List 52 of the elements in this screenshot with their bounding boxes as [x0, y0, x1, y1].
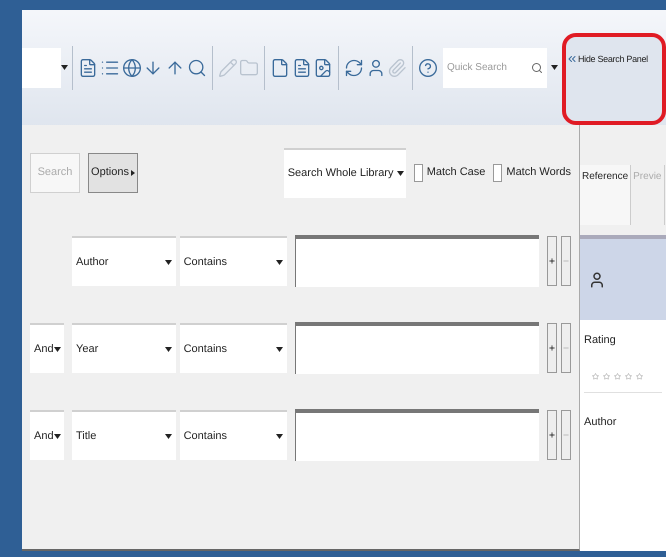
plus-icon	[548, 344, 556, 352]
star-icon	[603, 372, 610, 380]
dropdown[interactable]: Contains	[180, 410, 288, 460]
dropdown-caret-icon	[276, 260, 284, 264]
operator-dropdown[interactable]: And	[30, 410, 64, 460]
remove-row-button[interactable]	[561, 323, 571, 373]
star-icon	[592, 372, 599, 380]
tab[interactable]: Reference	[580, 165, 632, 225]
dropdown-caret-icon	[54, 346, 61, 352]
collapse-icon	[566, 53, 578, 65]
star-icon	[614, 372, 621, 380]
search-term-field[interactable]	[295, 322, 539, 374]
search-term-field[interactable]	[295, 409, 539, 461]
plus-icon	[548, 257, 556, 265]
star-icon	[636, 372, 643, 380]
options-button[interactable]: Options	[88, 152, 138, 192]
dropdown-caret-icon	[397, 171, 404, 176]
field-label: Rating	[584, 333, 617, 348]
remove-row-button[interactable]	[561, 410, 571, 460]
search-term-field[interactable]	[295, 235, 539, 287]
person-icon	[588, 270, 606, 288]
remove-row-button[interactable]	[561, 236, 571, 286]
dropdown-field[interactable]	[22, 48, 62, 88]
quick-search-field[interactable]: Quick Search	[442, 48, 547, 88]
search-icon	[530, 62, 543, 74]
hide-search-panel-button[interactable]: Hide Search Panel	[562, 33, 666, 125]
dropdown-caret-icon	[61, 65, 68, 70]
dropdown-caret-icon	[54, 434, 61, 438]
add-row-button[interactable]	[547, 236, 557, 286]
dropdown[interactable]: Contains	[180, 236, 288, 286]
dropdown-caret-icon	[276, 346, 284, 352]
checkbox-label: Match Case	[426, 165, 486, 180]
dropdown-caret-icon	[550, 65, 558, 70]
operator-dropdown[interactable]: And	[30, 323, 64, 373]
add-row-button[interactable]	[547, 410, 557, 460]
dropdown[interactable]: Year	[72, 323, 176, 373]
dropdown[interactable]: Title	[72, 410, 176, 460]
checkbox-label: Match Words	[506, 165, 571, 180]
dropdown-caret-icon	[164, 346, 172, 352]
dropdown-caret-icon	[164, 434, 172, 438]
dropdown[interactable]: Contains	[180, 323, 288, 373]
dropdown-caret-icon	[164, 260, 172, 264]
add-row-button[interactable]	[547, 323, 557, 373]
checkbox[interactable]	[414, 164, 423, 182]
dropdown-caret-icon	[276, 434, 284, 438]
plus-icon	[548, 431, 556, 439]
checkbox[interactable]	[493, 164, 502, 182]
star-icon	[625, 372, 632, 380]
dropdown[interactable]: Author	[72, 236, 176, 286]
arrow-icon	[130, 170, 135, 176]
field-label: Author	[584, 416, 616, 428]
dropdown[interactable]: Search Whole Library	[284, 148, 406, 198]
